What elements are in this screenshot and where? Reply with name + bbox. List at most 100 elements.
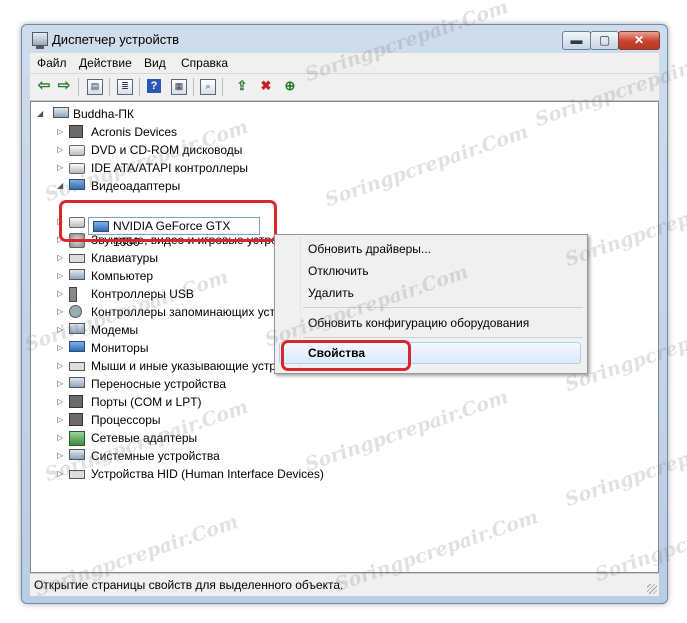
chip-icon <box>69 413 83 426</box>
menu-disable[interactable]: Отключить <box>308 264 369 278</box>
maximize-button[interactable]: ▢ <box>590 31 619 50</box>
status-bar: Открытие страницы свойств для выделенног… <box>30 573 659 596</box>
menu-view[interactable]: Вид <box>144 56 166 70</box>
tree-category[interactable]: ▷ Устройства HID (Human Interface Devices… <box>57 465 417 483</box>
help-icon[interactable]: ? <box>147 79 161 93</box>
expand-arrow-icon[interactable]: ▷ <box>57 285 65 303</box>
monitor-icon <box>69 341 85 352</box>
disk-icon <box>69 163 85 174</box>
title-bar[interactable]: Диспетчер устройств ▬ ▢ ✕ <box>22 25 667 53</box>
gear-icon <box>69 305 82 318</box>
tree-category-label: Порты (COM и LPT) <box>91 395 202 409</box>
toolbar-separator <box>78 78 79 96</box>
tree-root-label: Buddha-ПК <box>73 107 134 121</box>
scan-hardware-icon[interactable]: ⌕ <box>200 79 216 95</box>
tree-category-label: IDE ATA/ATAPI контроллеры <box>91 161 249 175</box>
show-hide-tree-icon[interactable]: ▤ <box>87 79 103 95</box>
toolbar-separator <box>222 78 223 96</box>
expand-arrow-icon[interactable]: ▷ <box>57 393 65 411</box>
menu-action[interactable]: Действие <box>79 56 132 70</box>
tree-category-label: Acronis Devices <box>91 125 178 139</box>
view-icon[interactable]: ▦ <box>171 79 187 95</box>
modem-icon <box>69 323 85 334</box>
collapse-arrow-icon[interactable]: ◢ <box>37 105 45 123</box>
disable-device-icon[interactable]: ✖ <box>258 78 274 94</box>
menu-separator <box>303 307 583 308</box>
close-button[interactable]: ✕ <box>618 31 660 50</box>
monitor-icon <box>69 179 85 190</box>
computer-icon <box>69 269 85 280</box>
expand-arrow-icon[interactable]: ▷ <box>57 429 65 447</box>
update-driver-icon[interactable]: ⇪ <box>234 78 250 94</box>
expand-arrow-icon[interactable]: ▷ <box>57 465 65 483</box>
tree-category[interactable]: ▷ Системные устройства <box>57 447 417 465</box>
tree-category[interactable]: ◢ Видеоадаптеры <box>57 177 417 195</box>
toolbar-separator <box>193 78 194 96</box>
status-text: Открытие страницы свойств для выделенног… <box>34 578 344 592</box>
highlight-frame-properties <box>281 340 411 371</box>
menu-bar: Файл Действие Вид Справка <box>30 53 659 74</box>
tree-category[interactable]: ▷ Acronis Devices <box>57 123 417 141</box>
tree-category[interactable]: ▷ Переносные устройства <box>57 375 417 393</box>
tree-category-label: Системные устройства <box>91 449 220 463</box>
menu-help[interactable]: Справка <box>181 56 228 70</box>
expand-arrow-icon[interactable]: ▷ <box>57 375 65 393</box>
window-title: Диспетчер устройств <box>52 32 180 47</box>
expand-arrow-icon[interactable]: ▷ <box>57 267 65 285</box>
resize-grip[interactable] <box>647 584 657 594</box>
device-manager-window: Диспетчер устройств ▬ ▢ ✕ Файл Действие … <box>21 24 668 604</box>
expand-arrow-icon[interactable]: ▷ <box>57 159 65 177</box>
expand-arrow-icon[interactable]: ▷ <box>57 339 65 357</box>
network-icon <box>69 431 85 446</box>
expand-arrow-icon[interactable]: ▷ <box>57 411 65 429</box>
tree-category-label: Мониторы <box>91 341 149 355</box>
tree-category[interactable]: ▷ Порты (COM и LPT) <box>57 393 417 411</box>
tree-category-label: Устройства HID (Human Interface Devices) <box>91 467 324 481</box>
tree-root[interactable]: ◢ Buddha-ПК <box>37 105 237 123</box>
expand-arrow-icon[interactable]: ▷ <box>57 447 65 465</box>
tree-category-label: Модемы <box>91 323 139 337</box>
expand-arrow-icon[interactable]: ▷ <box>57 123 65 141</box>
tree-category-label: Компьютер <box>91 269 154 283</box>
disk-icon <box>69 145 85 156</box>
mouse-icon <box>69 362 85 371</box>
expand-arrow-icon[interactable]: ▷ <box>57 321 65 339</box>
forward-arrow-icon[interactable]: ⇨ <box>56 78 72 94</box>
properties-icon[interactable]: ≣ <box>117 79 133 95</box>
tree-category-label: Сетевые адаптеры <box>91 431 198 445</box>
tree-category[interactable]: ▷ Процессоры <box>57 411 417 429</box>
expand-arrow-icon[interactable]: ▷ <box>57 249 65 267</box>
expand-arrow-icon[interactable]: ▷ <box>57 141 65 159</box>
tree-category-label: Переносные устройства <box>91 377 227 391</box>
tree-category-label: DVD и CD-ROM дисководы <box>91 143 243 157</box>
expand-arrow-icon[interactable]: ▷ <box>57 303 65 321</box>
toolbar: ⇦ ⇨ ▤ ≣ ? ▦ ⌕ ⇪ ✖ ⊕ <box>30 74 659 101</box>
tree-category-label: Видеоадаптеры <box>91 179 181 193</box>
device-manager-icon <box>32 32 48 49</box>
tree-category[interactable]: ▷ Сетевые адаптеры <box>57 429 417 447</box>
usb-icon <box>69 287 77 302</box>
tree-category-label: Контроллеры USB <box>91 287 194 301</box>
tree-category-label: Клавиатуры <box>91 251 158 265</box>
toolbar-separator <box>139 78 140 96</box>
computer-icon <box>53 107 69 118</box>
hid-icon <box>69 470 85 479</box>
menu-scan-hardware[interactable]: Обновить конфигурацию оборудования <box>308 316 529 330</box>
highlight-frame-video-adapters <box>59 200 277 242</box>
tree-category-label: Процессоры <box>91 413 161 427</box>
tree-category[interactable]: ▷ DVD и CD-ROM дисководы <box>57 141 417 159</box>
menu-file[interactable]: Файл <box>37 56 67 70</box>
tree-category[interactable]: ▷ IDE ATA/ATAPI контроллеры <box>57 159 417 177</box>
uninstall-device-icon[interactable]: ⊕ <box>282 78 298 94</box>
menu-separator <box>303 337 583 338</box>
port-icon <box>69 395 83 408</box>
computer-icon <box>69 449 85 460</box>
menu-update-drivers[interactable]: Обновить драйверы... <box>308 242 431 256</box>
menu-uninstall[interactable]: Удалить <box>308 286 354 300</box>
computer-icon <box>69 377 85 388</box>
expand-arrow-icon[interactable]: ▷ <box>57 357 65 375</box>
back-arrow-icon[interactable]: ⇦ <box>36 78 52 94</box>
collapse-arrow-icon[interactable]: ◢ <box>57 177 65 195</box>
keyboard-icon <box>69 254 85 263</box>
minimize-button[interactable]: ▬ <box>562 31 591 50</box>
